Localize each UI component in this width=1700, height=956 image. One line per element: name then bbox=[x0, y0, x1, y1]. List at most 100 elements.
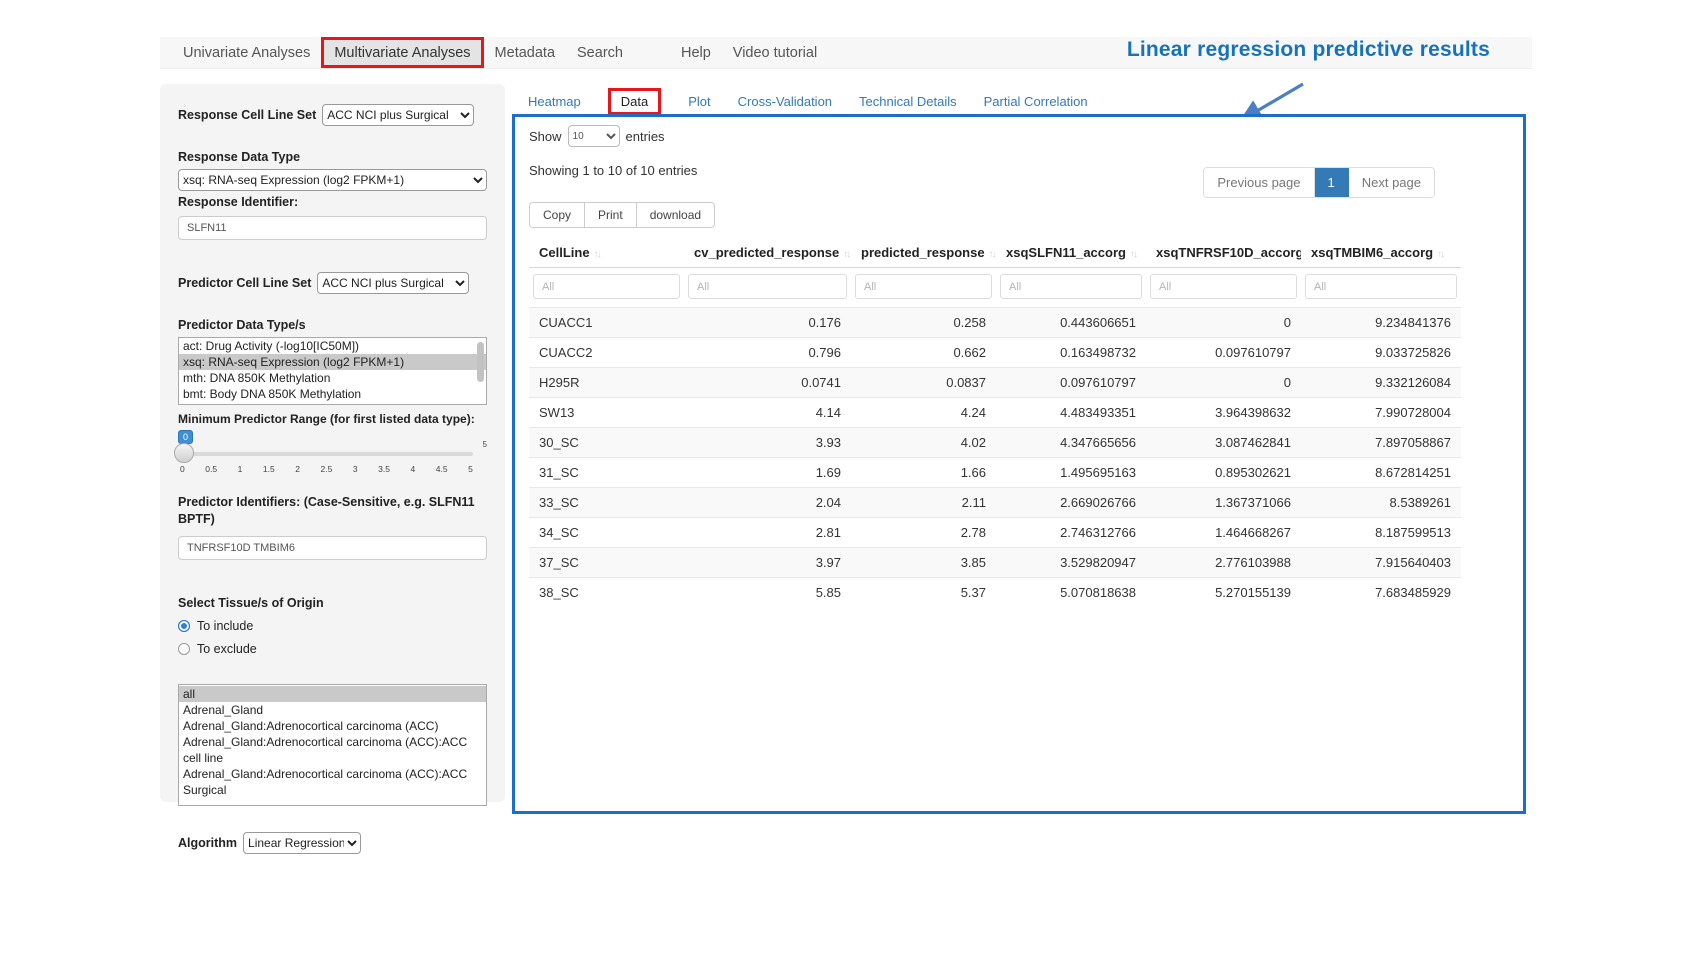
algorithm-label: Algorithm bbox=[178, 836, 237, 850]
slider-tick-label: 2 bbox=[295, 464, 300, 474]
column-header-xsqtnfrsf10d_accorg[interactable]: xsqTNFRSF10D_accorg↑↓ bbox=[1146, 238, 1301, 268]
slider-handle[interactable] bbox=[174, 443, 194, 463]
listbox-option[interactable]: Adrenal_Gland:Adrenocortical carcinoma (… bbox=[179, 734, 486, 766]
slider-track[interactable] bbox=[180, 452, 473, 456]
column-header-xsqslfn11_accorg[interactable]: xsqSLFN11_accorg ↑↓ bbox=[996, 238, 1146, 268]
table-row: CUACC20.7960.6620.1634987320.0976107979.… bbox=[529, 338, 1461, 368]
algorithm-select[interactable]: Linear Regression bbox=[243, 832, 361, 854]
nav-item-help[interactable]: Help bbox=[670, 37, 722, 68]
top-navbar: Univariate AnalysesMultivariate Analyses… bbox=[160, 37, 1532, 69]
show-entries-row: Show 10 entries bbox=[529, 125, 1509, 147]
cell-value: 3.529820947 bbox=[996, 548, 1146, 578]
column-header-cellline[interactable]: CellLine↑↓ bbox=[529, 238, 684, 268]
slider-value-badge: 0 bbox=[178, 430, 193, 444]
cell-value: 5.85 bbox=[684, 578, 851, 608]
sort-icon[interactable]: ↑↓ bbox=[989, 249, 995, 260]
previous-page-button[interactable]: Previous page bbox=[1204, 168, 1314, 197]
column-header-xsqtmbim6_accorg[interactable]: xsqTMBIM6_accorg ↑↓ bbox=[1301, 238, 1461, 268]
cell-value: 5.37 bbox=[851, 578, 996, 608]
listbox-option[interactable]: all bbox=[179, 686, 486, 702]
cell-line-name: 30_SC bbox=[529, 428, 684, 458]
cell-value: 0.176 bbox=[684, 308, 851, 338]
filter-input-xsqtmbim6_accorg[interactable] bbox=[1305, 274, 1457, 299]
slider-tick-label: 3.5 bbox=[378, 464, 390, 474]
predictor-cell-line-set-select[interactable]: ACC NCI plus Surgical bbox=[317, 272, 469, 294]
cell-line-name: CUACC1 bbox=[529, 308, 684, 338]
slider-tick-label: 5 bbox=[468, 464, 473, 474]
listbox-option[interactable]: Adrenal_Gland bbox=[179, 702, 486, 718]
nav-item-metadata[interactable]: Metadata bbox=[484, 37, 566, 68]
listbox-option[interactable]: mth: DNA 850K Methylation bbox=[179, 370, 486, 386]
sort-icon[interactable]: ↑↓ bbox=[594, 249, 600, 260]
radio-icon[interactable] bbox=[178, 620, 190, 632]
nav-item-search[interactable]: Search bbox=[566, 37, 634, 68]
cell-value: 4.02 bbox=[851, 428, 996, 458]
copy-button[interactable]: Copy bbox=[530, 203, 585, 227]
column-header-label: xsqSLFN11_accorg bbox=[1006, 245, 1126, 260]
tab-heatmap[interactable]: Heatmap bbox=[528, 94, 581, 109]
column-header-predicted_response[interactable]: predicted_response↑↓ bbox=[851, 238, 996, 268]
nav-item-univariate-analyses[interactable]: Univariate Analyses bbox=[172, 37, 321, 68]
cell-value: 4.483493351 bbox=[996, 398, 1146, 428]
sort-icon[interactable]: ↑↓ bbox=[1130, 249, 1136, 260]
listbox-option[interactable]: Adrenal_Gland:Adrenocortical carcinoma (… bbox=[179, 718, 486, 734]
tissue-radio-to-exclude[interactable]: To exclude bbox=[178, 642, 487, 656]
print-button[interactable]: Print bbox=[585, 203, 637, 227]
download-button[interactable]: download bbox=[637, 203, 714, 227]
nav-item-multivariate-analyses[interactable]: Multivariate Analyses bbox=[321, 37, 483, 68]
tab-cross-validation[interactable]: Cross-Validation bbox=[738, 94, 832, 109]
cell-line-name: 34_SC bbox=[529, 518, 684, 548]
predictor-identifiers-input[interactable] bbox=[178, 536, 487, 560]
response-data-type-label: Response Data Type bbox=[178, 150, 487, 164]
nav-item-video-tutorial[interactable]: Video tutorial bbox=[722, 37, 828, 68]
table-row: CUACC10.1760.2580.44360665109.234841376 bbox=[529, 308, 1461, 338]
cell-value: 0.258 bbox=[851, 308, 996, 338]
page-number-button[interactable]: 1 bbox=[1315, 168, 1349, 197]
predictor-data-types-listbox[interactable]: act: Drug Activity (-log10[IC50M])xsq: R… bbox=[178, 337, 487, 405]
response-identifier-label: Response Identifier: bbox=[178, 195, 487, 209]
tab-data[interactable]: Data bbox=[608, 88, 661, 115]
sort-icon[interactable]: ↑↓ bbox=[1437, 249, 1443, 260]
slider-ticks: 00.511.522.533.544.55 bbox=[180, 464, 473, 474]
cell-line-name: CUACC2 bbox=[529, 338, 684, 368]
response-cell-line-set-select[interactable]: ACC NCI plus Surgical bbox=[322, 104, 474, 126]
listbox-option[interactable]: Adrenal_Gland:Adrenocortical carcinoma (… bbox=[179, 766, 486, 798]
cell-value: 0 bbox=[1146, 368, 1301, 398]
radio-icon[interactable] bbox=[178, 643, 190, 655]
next-page-button[interactable]: Next page bbox=[1349, 168, 1434, 197]
slider-tick-label: 1 bbox=[238, 464, 243, 474]
filter-input-cellline[interactable] bbox=[533, 274, 680, 299]
listbox-option[interactable]: xsq: RNA-seq Expression (log2 FPKM+1) bbox=[179, 354, 486, 370]
listbox-option[interactable]: act: Drug Activity (-log10[IC50M]) bbox=[179, 338, 486, 354]
listbox-option[interactable]: bmt: Body DNA 850K Methylation bbox=[179, 386, 486, 402]
response-identifier-input[interactable] bbox=[178, 216, 487, 240]
tissue-listbox[interactable]: allAdrenal_GlandAdrenal_Gland:Adrenocort… bbox=[178, 684, 487, 806]
tab-technical-details[interactable]: Technical Details bbox=[859, 94, 957, 109]
show-entries-select[interactable]: 10 bbox=[568, 125, 620, 147]
column-header-label: xsqTMBIM6_accorg bbox=[1311, 245, 1433, 260]
tab-plot[interactable]: Plot bbox=[688, 94, 710, 109]
filter-input-xsqtnfrsf10d_accorg[interactable] bbox=[1150, 274, 1297, 299]
column-header-cv_predicted_response[interactable]: cv_predicted_response↑↓ bbox=[684, 238, 851, 268]
cell-value: 0 bbox=[1146, 308, 1301, 338]
table-row: SW134.144.244.4834933513.9643986327.9907… bbox=[529, 398, 1461, 428]
cell-value: 2.669026766 bbox=[996, 488, 1146, 518]
results-table-head: CellLine↑↓cv_predicted_response↑↓predict… bbox=[529, 238, 1461, 308]
filter-input-xsqslfn11_accorg[interactable] bbox=[1000, 274, 1142, 299]
tab-partial-correlation[interactable]: Partial Correlation bbox=[984, 94, 1088, 109]
filter-input-predicted_response[interactable] bbox=[855, 274, 992, 299]
predictor-cell-line-set-label: Predictor Cell Line Set bbox=[178, 276, 311, 290]
cell-value: 8.187599513 bbox=[1301, 518, 1461, 548]
cell-value: 3.93 bbox=[684, 428, 851, 458]
tissue-radio-to-include[interactable]: To include bbox=[178, 619, 487, 633]
listbox-scrollbar[interactable] bbox=[477, 342, 484, 382]
cell-value: 8.5389261 bbox=[1301, 488, 1461, 518]
response-data-type-select[interactable]: xsq: RNA-seq Expression (log2 FPKM+1) bbox=[178, 169, 487, 191]
min-predictor-range-slider[interactable]: 0 5 00.511.522.533.544.55 bbox=[178, 430, 487, 480]
sort-icon[interactable]: ↑↓ bbox=[843, 249, 849, 260]
cell-value: 0.895302621 bbox=[1146, 458, 1301, 488]
filter-input-cv_predicted_response[interactable] bbox=[688, 274, 847, 299]
slider-tick-label: 3 bbox=[353, 464, 358, 474]
cell-value: 1.367371066 bbox=[1146, 488, 1301, 518]
nav-items: Univariate AnalysesMultivariate Analyses… bbox=[160, 37, 828, 68]
